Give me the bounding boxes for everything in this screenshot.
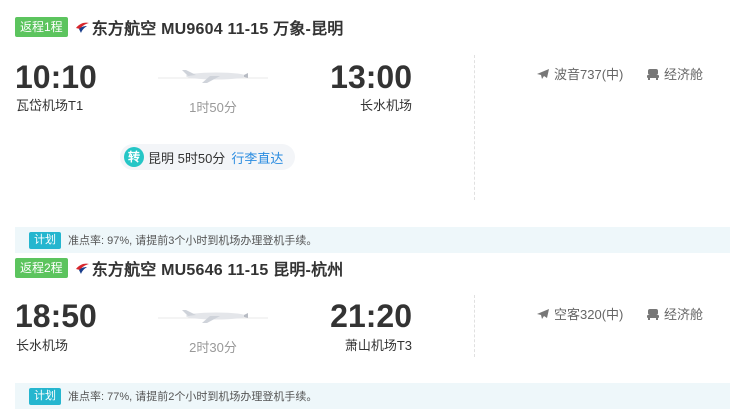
- arrival-time: 13:00: [330, 59, 412, 95]
- arrival-time: 21:20: [330, 298, 412, 334]
- departure-time: 18:50: [15, 298, 97, 334]
- airplane-icon: [537, 308, 549, 319]
- punctuality-note: 计划 准点率: 97%, 请提前3个小时到机场办理登机手续。: [15, 227, 730, 253]
- airplane-illustration-icon: [158, 310, 268, 323]
- note-tag: 计划: [29, 387, 61, 405]
- segment-title-row: 返程2程 东方航空 MU5646 11-15 昆明-杭州: [15, 257, 343, 279]
- transfer-info: 转 昆明 5时50分 行李直达: [120, 144, 296, 170]
- aircraft-type: 波音737(中): [554, 67, 624, 82]
- departure-time: 10:10: [15, 59, 97, 95]
- arrival-airport: 长水机场: [359, 98, 412, 113]
- vertical-divider: [474, 295, 475, 357]
- flight-duration: 2时30分: [189, 340, 237, 355]
- cabin-class: 经济舱: [664, 67, 704, 82]
- transfer-icon: 转: [124, 147, 144, 167]
- seat-icon: [647, 309, 659, 320]
- china-eastern-logo-icon: [75, 22, 89, 33]
- departure-airport: 长水机场: [16, 338, 69, 353]
- arrival-airport: 萧山机场T3: [344, 338, 412, 353]
- flight-segment-2: 返程2程 东方航空 MU5646 11-15 昆明-杭州 18:50 长水机场 …: [0, 253, 730, 414]
- note-text: 准点率: 97%, 请提前3个小时到机场办理登机手续。: [68, 235, 318, 247]
- cabin-info: 经济舱: [646, 64, 703, 83]
- segment-badge: 返程2程: [15, 258, 68, 278]
- segment-title-row: 返程1程 东方航空 MU9604 11-15 万象-昆明: [15, 16, 343, 38]
- cabin-class: 经济舱: [664, 307, 704, 322]
- aircraft-type: 空客320(中): [554, 307, 624, 322]
- china-eastern-logo-icon: [75, 263, 89, 274]
- flight-segment-1: 返程1程 东方航空 MU9604 11-15 万象-昆明 10:10 瓦岱机场T…: [0, 0, 730, 253]
- seat-icon: [647, 69, 659, 80]
- note-tag: 计划: [29, 231, 61, 249]
- transfer-text: 昆明 5时50分: [148, 150, 226, 166]
- flight-duration: 1时50分: [189, 100, 237, 115]
- flight-title: 东方航空 MU9604 11-15 万象-昆明: [91, 21, 344, 38]
- airplane-illustration-icon: [158, 70, 268, 83]
- vertical-divider: [474, 55, 475, 200]
- segment-badge: 返程1程: [15, 17, 68, 37]
- cabin-info: 经济舱: [646, 304, 703, 323]
- punctuality-note: 计划 准点率: 77%, 请提前2个小时到机场办理登机手续。: [15, 383, 730, 409]
- note-text: 准点率: 77%, 请提前2个小时到机场办理登机手续。: [68, 391, 318, 403]
- aircraft-info: 空客320(中): [536, 304, 623, 323]
- flight-title: 东方航空 MU5646 11-15 昆明-杭州: [91, 262, 344, 279]
- airplane-icon: [537, 68, 549, 79]
- aircraft-info: 波音737(中): [536, 64, 623, 83]
- departure-airport: 瓦岱机场T1: [16, 98, 84, 113]
- baggage-through-link[interactable]: 行李直达: [231, 148, 283, 167]
